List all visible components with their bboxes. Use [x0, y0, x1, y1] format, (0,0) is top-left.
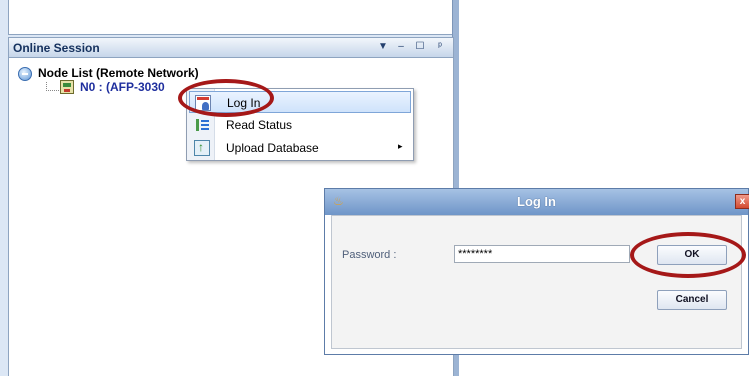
password-input[interactable] — [454, 245, 630, 263]
collapse-icon[interactable] — [18, 67, 32, 81]
panel-title: Online Session — [13, 41, 100, 55]
annotation-circle-ok — [630, 232, 746, 278]
menu-item-label: Upload Database — [226, 141, 319, 155]
menu-item-upload-database[interactable]: Upload Database ▸ — [189, 137, 411, 159]
dropdown-icon[interactable]: ▼ — [376, 40, 390, 54]
password-label: Password : — [342, 249, 397, 261]
tree-connector — [46, 82, 61, 91]
dialog-titlebar[interactable]: ♨ Log In — [325, 189, 748, 215]
minimize-icon[interactable]: ‒ — [394, 40, 408, 54]
maximize-icon[interactable]: ☐ — [413, 40, 427, 54]
upper-pane — [8, 0, 454, 35]
submenu-arrow-icon: ▸ — [398, 141, 403, 151]
tree-root-label[interactable]: Node List (Remote Network) — [38, 66, 199, 80]
annotation-circle-login — [178, 79, 274, 117]
menu-item-label: Read Status — [226, 118, 293, 132]
dialog-title: Log In — [517, 194, 556, 209]
status-list-icon — [194, 117, 210, 133]
pin-icon[interactable]: ᵖ — [433, 40, 447, 54]
cancel-button[interactable]: Cancel — [657, 290, 727, 310]
close-icon[interactable]: x — [735, 194, 749, 209]
tree-node-n0[interactable]: N0 : (AFP-3030 — [80, 80, 165, 94]
panel-node-icon — [60, 80, 74, 94]
menu-item-read-status[interactable]: Read Status — [189, 114, 411, 136]
upload-icon — [194, 140, 210, 156]
session-header: Online Session ▼ ‒ ☐ ᵖ — [8, 37, 454, 58]
